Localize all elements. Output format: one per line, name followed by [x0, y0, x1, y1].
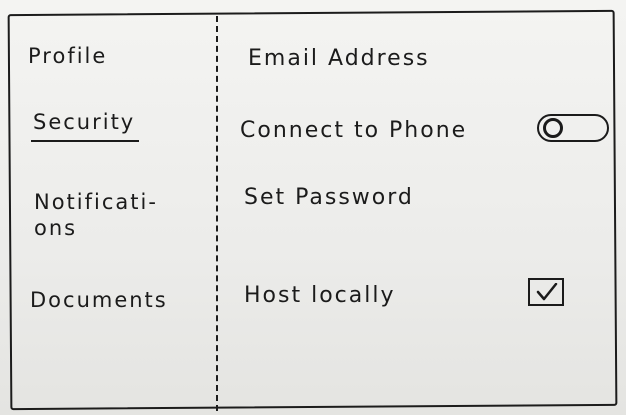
host-locally-label: Host locally: [244, 283, 396, 308]
sidebar-item-profile[interactable]: Profile: [28, 44, 107, 68]
sidebar-divider: [216, 16, 218, 411]
set-password-setting[interactable]: Set Password: [244, 185, 414, 210]
sidebar-item-label: Notificati-: [34, 190, 158, 214]
selected-underline: [31, 140, 140, 142]
sketch-paper: Profile Security Notificati- ons Documen…: [0, 0, 626, 415]
connect-to-phone-label: Connect to Phone: [240, 118, 468, 143]
toggle-knob-icon: [543, 118, 563, 138]
sidebar-item-notifications[interactable]: Notificati- ons: [34, 189, 214, 241]
sidebar-item-documents[interactable]: Documents: [30, 288, 168, 312]
sidebar-item-label-continued: ons: [34, 216, 78, 240]
sidebar-item-security[interactable]: Security: [31, 110, 140, 142]
connect-phone-toggle[interactable]: [537, 114, 609, 142]
host-locally-checkbox[interactable]: [528, 278, 564, 306]
email-address-setting[interactable]: Email Address: [248, 46, 430, 71]
checkmark-icon: [536, 283, 558, 301]
sidebar-item-label: Security: [33, 110, 136, 134]
